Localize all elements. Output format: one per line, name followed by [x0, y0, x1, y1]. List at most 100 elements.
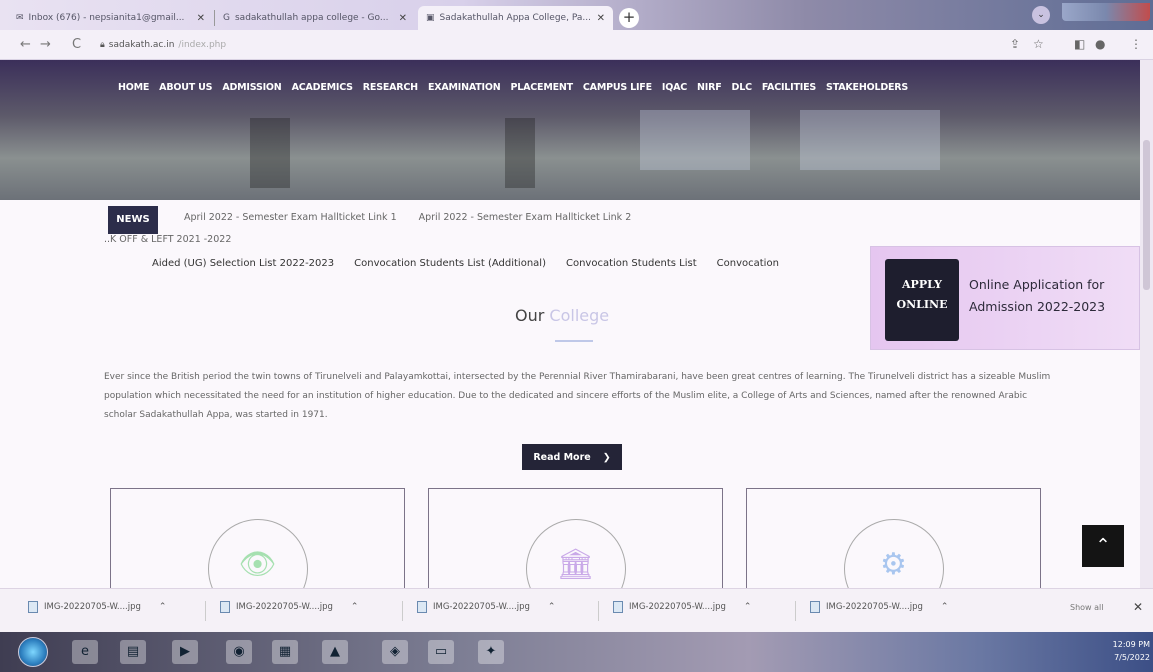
- download-item[interactable]: IMG-20220705-W....jpg ⌃: [220, 601, 358, 613]
- share-icon[interactable]: ⇪: [1010, 37, 1020, 51]
- quick-link[interactable]: Aided (UG) Selection List 2022-2023: [152, 258, 334, 269]
- mail-icon: ✉: [16, 13, 24, 23]
- eye-icon: 👁︎: [238, 547, 277, 582]
- tab-title: Sadakathullah Appa College, Pa...: [439, 13, 591, 23]
- news-item[interactable]: April 2022 - Semester Exam Hallticket Li…: [419, 212, 632, 223]
- download-item[interactable]: IMG-20220705-W....jpg ⌃: [28, 601, 166, 613]
- nav-stakeholders[interactable]: STAKEHOLDERS: [826, 82, 908, 93]
- close-icon[interactable]: ✕: [597, 13, 605, 24]
- scrollbar-thumb[interactable]: [1143, 140, 1150, 290]
- read-more-button[interactable]: Read More ❯: [522, 444, 622, 470]
- back-to-top-button[interactable]: ⌃: [1082, 525, 1124, 567]
- tab-inbox[interactable]: ✉ Inbox (676) - nepsianita1@gmail... ✕: [8, 6, 213, 30]
- nav-admission[interactable]: ADMISSION: [222, 82, 281, 93]
- download-item[interactable]: IMG-20220705-W....jpg ⌃: [613, 601, 751, 613]
- forward-icon[interactable]: →: [40, 37, 51, 52]
- document-viewer-icon[interactable]: ▦: [272, 640, 298, 664]
- system-clock[interactable]: 12:09 PM 7/5/2022: [1112, 638, 1150, 664]
- chevron-up-icon[interactable]: ⌃: [548, 602, 556, 612]
- nav-iqac[interactable]: IQAC: [662, 82, 687, 93]
- url-host: sadakath.ac.in: [108, 40, 175, 50]
- tab-college-site[interactable]: ▣ Sadakathullah Appa College, Pa... ✕: [418, 6, 613, 30]
- tab-title: Inbox (676) - nepsianita1@gmail...: [28, 13, 185, 23]
- show-all-downloads-button[interactable]: Show all: [1070, 603, 1103, 612]
- file-explorer-icon[interactable]: ▤: [120, 640, 146, 664]
- url-path: /index.php: [178, 40, 227, 50]
- vlc-icon[interactable]: ▲: [322, 640, 348, 664]
- download-filename: IMG-20220705-W....jpg: [44, 602, 141, 612]
- section-title-accent: College: [549, 306, 610, 325]
- nav-academics[interactable]: ACADEMICS: [292, 82, 353, 93]
- nav-examination[interactable]: EXAMINATION: [428, 82, 501, 93]
- chevron-up-icon[interactable]: ⌃: [351, 602, 359, 612]
- tab-google-search[interactable]: G sadakathullah appa college - Go... ✕: [215, 6, 415, 30]
- new-tab-button[interactable]: +: [619, 8, 639, 28]
- quick-link[interactable]: Convocation Students List (Additional): [354, 258, 546, 269]
- download-item[interactable]: IMG-20220705-W....jpg ⌃: [810, 601, 948, 613]
- internet-explorer-icon[interactable]: e: [72, 640, 98, 664]
- nav-placement[interactable]: PLACEMENT: [511, 82, 574, 93]
- about-paragraph: Ever since the British period the twin t…: [104, 372, 1051, 420]
- apply-online-text[interactable]: Online Application for Admission 2022-20…: [969, 274, 1139, 318]
- quick-link[interactable]: Convocation: [717, 258, 779, 269]
- section-title: Our College: [515, 306, 609, 325]
- download-item[interactable]: IMG-20220705-W....jpg ⌃: [417, 601, 555, 613]
- nav-facilities[interactable]: FACILITIES: [762, 82, 816, 93]
- apply-badge-line: ONLINE: [896, 298, 948, 311]
- chevron-up-icon[interactable]: ⌃: [744, 602, 752, 612]
- nav-research[interactable]: RESEARCH: [363, 82, 418, 93]
- sidebar-icon[interactable]: ◧: [1074, 37, 1085, 51]
- menu-icon[interactable]: ⋮: [1130, 37, 1142, 51]
- quick-links-marquee: Aided (UG) Selection List 2022-2023 Conv…: [152, 258, 870, 269]
- nav-dlc[interactable]: DLC: [732, 82, 753, 93]
- apply-online-banner[interactable]: APPLY ONLINE Online Application for Admi…: [870, 246, 1140, 350]
- close-icon[interactable]: ✕: [399, 13, 407, 24]
- chevron-down-icon[interactable]: ⌄: [1032, 6, 1050, 24]
- windows-taskbar: e ▤ ▶ ◉ ▦ ▲ ◈ ▭ ✦ 12:09 PM 7/5/2022: [0, 632, 1153, 672]
- news-item[interactable]: April 2022 - Semester Exam Hallticket Li…: [184, 212, 397, 223]
- main-navigation: HOME ABOUT US ADMISSION ACADEMICS RESEAR…: [118, 82, 908, 93]
- quick-link[interactable]: Convocation Students List: [566, 258, 697, 269]
- chevron-right-icon: ❯: [602, 451, 611, 463]
- chrome-icon[interactable]: ◉: [226, 640, 252, 664]
- folder-icon[interactable]: ▭: [428, 640, 454, 664]
- window-controls[interactable]: [1062, 3, 1150, 21]
- read-more-label: Read More: [533, 451, 591, 463]
- apply-badge-line: APPLY: [902, 278, 942, 291]
- reload-icon[interactable]: C: [72, 37, 81, 52]
- close-icon[interactable]: ✕: [197, 13, 205, 24]
- nav-campus-life[interactable]: CAMPUS LIFE: [583, 82, 652, 93]
- nav-nirf[interactable]: NIRF: [697, 82, 722, 93]
- page-scrollbar[interactable]: [1140, 60, 1153, 588]
- nav-about-us[interactable]: ABOUT US: [159, 82, 212, 93]
- back-icon[interactable]: ←: [20, 37, 31, 52]
- clock-date: 7/5/2022: [1114, 653, 1150, 662]
- media-player-icon[interactable]: ▶: [172, 640, 198, 664]
- image-file-icon: [810, 601, 820, 613]
- start-button[interactable]: [18, 637, 48, 667]
- close-icon[interactable]: ✕: [1133, 600, 1143, 614]
- news-item[interactable]: ..K OFF & LEFT 2021 -2022: [104, 234, 231, 245]
- address-bar: ← → C 🔒︎ sadakath.ac.in/index.php ⇪ ☆ ◧ …: [0, 30, 1153, 60]
- chevron-up-icon[interactable]: ⌃: [941, 602, 949, 612]
- page-viewport: HOME ABOUT US ADMISSION ACADEMICS RESEAR…: [0, 60, 1140, 588]
- app-icon[interactable]: ◈: [382, 640, 408, 664]
- profile-icon[interactable]: ●: [1095, 37, 1105, 51]
- star-icon[interactable]: ☆: [1033, 37, 1044, 51]
- nav-home[interactable]: HOME: [118, 82, 149, 93]
- site-icon: ▣: [426, 13, 435, 23]
- url-field[interactable]: 🔒︎ sadakath.ac.in/index.php: [100, 36, 990, 54]
- image-file-icon: [613, 601, 623, 613]
- news-label: NEWS: [108, 206, 158, 234]
- feature-card-settings[interactable]: ⚙︎: [746, 488, 1041, 588]
- gear-icon: ⚙︎: [880, 547, 907, 582]
- download-filename: IMG-20220705-W....jpg: [629, 602, 726, 612]
- image-file-icon: [220, 601, 230, 613]
- feature-card-institution[interactable]: 🏛︎: [428, 488, 723, 588]
- news-ticker: NEWS April 2022 - Semester Exam Halltick…: [108, 206, 1008, 234]
- app-icon[interactable]: ✦: [478, 640, 504, 664]
- feature-card-vision[interactable]: 👁︎: [110, 488, 405, 588]
- chevron-up-icon[interactable]: ⌃: [159, 602, 167, 612]
- download-filename: IMG-20220705-W....jpg: [433, 602, 530, 612]
- apply-online-badge[interactable]: APPLY ONLINE: [885, 259, 959, 341]
